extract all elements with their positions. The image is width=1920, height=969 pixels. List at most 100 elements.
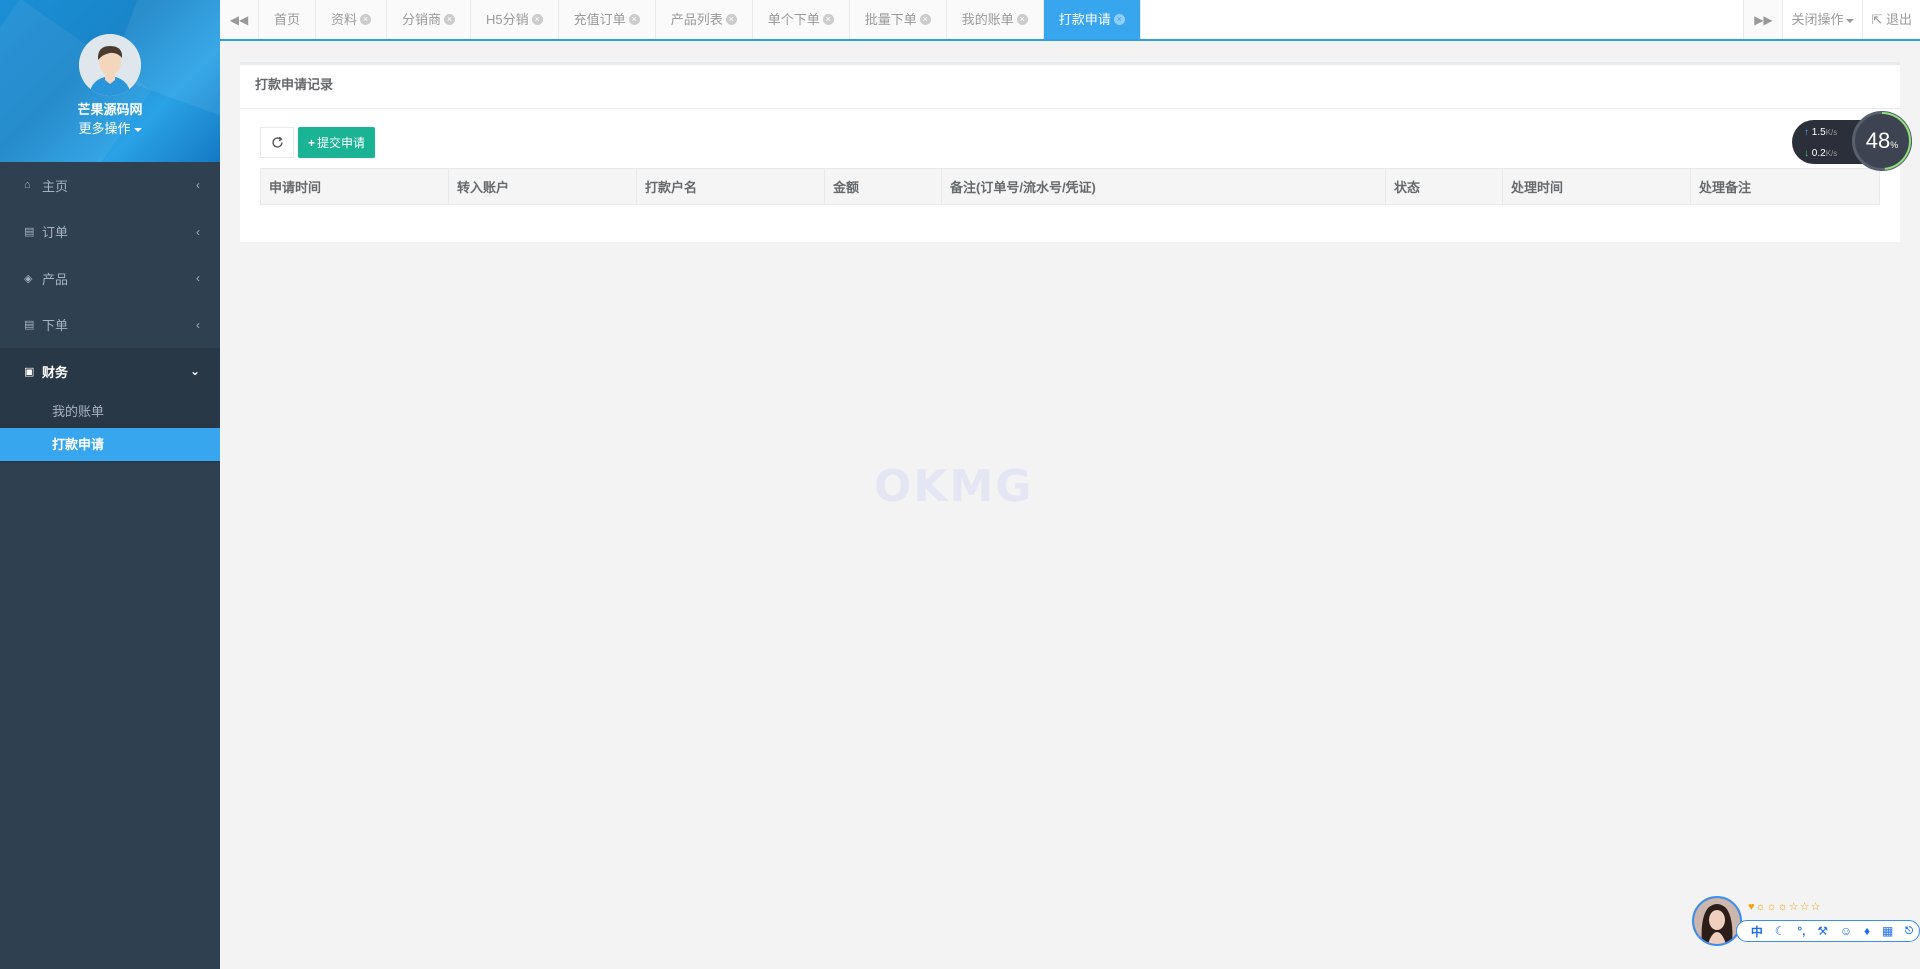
lock-icon[interactable]: ⎋	[1905, 926, 1913, 937]
watermark-logo: OKMG	[874, 461, 1034, 512]
caret-down-icon	[1846, 18, 1855, 23]
column-header[interactable]: 申请时间	[260, 168, 449, 205]
column-header[interactable]: 打款户名	[636, 168, 825, 205]
upload-speed: ↑ 1.5K/s	[1804, 127, 1837, 138]
usage-ring-icon	[1853, 112, 1911, 170]
tab-recharge-orders[interactable]: 充值订单 ×	[558, 0, 656, 39]
more-actions-dropdown[interactable]: 更多操作	[0, 118, 220, 137]
ime-bar: 中 ☾ °, ⚒ ☺ ♦ ▦ ⎋	[1736, 920, 1920, 942]
more-actions-label: 更多操作	[78, 121, 131, 136]
chevron-left-icon: ‹	[196, 178, 200, 193]
close-icon[interactable]: ×	[725, 14, 737, 26]
sidebar-item-home[interactable]: ⌂ 主页 ‹	[0, 162, 220, 209]
sidebar-item-products[interactable]: ◈ 产品 ‹	[0, 255, 220, 302]
panel-title: 打款申请记录	[240, 65, 1900, 109]
close-icon[interactable]: ×	[919, 14, 931, 26]
submit-request-label: 提交申请	[317, 136, 366, 150]
sidebar-nav: ⌂ 主页 ‹ ▤ 订单 ‹ ◈ 产品 ‹ ▤ 下单 ‹ ▣ 财务 ⌄	[0, 162, 220, 395]
logout-button[interactable]: ⇱ 退出	[1862, 0, 1920, 39]
tab-label: 产品列表	[670, 12, 723, 27]
tab-distributors[interactable]: 分销商 ×	[387, 0, 472, 39]
profile-header: 芒果源码网 更多操作	[0, 0, 220, 162]
tabs-scroll-left-button[interactable]: ◀◀	[220, 0, 259, 39]
main-content: 打款申请记录 + 提交申请 申请时间 转入账户 打款户名 金额 备注(订单号/流…	[220, 41, 1920, 969]
star-icon: ☆☆☆	[1788, 901, 1822, 913]
arrow-up-icon: ↑	[1804, 127, 1809, 138]
tab-label: 打款申请	[1058, 12, 1111, 27]
caret-down-icon	[133, 127, 142, 132]
table-toolbar: + 提交申请	[260, 127, 376, 158]
chevron-left-icon: ‹	[196, 317, 200, 332]
sidebar-item-place-order[interactable]: ▤ 下单 ‹	[0, 302, 220, 349]
sidebar-item-finance[interactable]: ▣ 财务 ⌄	[0, 348, 220, 395]
shirt-icon[interactable]: ♦	[1864, 924, 1870, 938]
close-icon[interactable]: ×	[360, 14, 372, 26]
avatar[interactable]	[79, 34, 141, 96]
tabs-scroll-right-button[interactable]: ▶▶	[1743, 0, 1783, 39]
column-header[interactable]: 备注(订单号/流水号/凭证)	[941, 168, 1386, 205]
column-header[interactable]: 状态	[1385, 168, 1503, 205]
tab-my-bills[interactable]: 我的账单 ×	[946, 0, 1044, 39]
submit-request-button[interactable]: + 提交申请	[298, 127, 376, 158]
home-icon: ⌂	[24, 179, 31, 192]
payment-request-panel: 打款申请记录 + 提交申请 申请时间 转入账户 打款户名 金额 备注(订单号/流…	[240, 62, 1900, 242]
tab-label: 首页	[274, 12, 301, 27]
ime-level-stars: ♥☼☼☼☆☆☆	[1748, 900, 1821, 913]
close-icon[interactable]: ×	[444, 14, 456, 26]
close-icon[interactable]: ×	[628, 14, 640, 26]
sidebar-subitem-payment-request[interactable]: 打款申请	[0, 427, 220, 461]
chevron-down-icon: ⌄	[189, 364, 200, 379]
tab-single-order[interactable]: 单个下单 ×	[752, 0, 850, 39]
wrench-icon[interactable]: ⚒	[1817, 924, 1828, 938]
sun-icon: ☼☼☼	[1755, 901, 1789, 913]
ime-toolbar: ♥☼☼☼☆☆☆ 中 ☾ °, ⚒ ☺ ♦ ▦ ⎋	[1692, 896, 1920, 946]
heart-icon: ♥	[1748, 901, 1756, 913]
tab-label: 分销商	[402, 12, 442, 27]
download-value: 0.2	[1811, 148, 1826, 159]
column-header[interactable]: 处理时间	[1502, 168, 1691, 205]
finance-submenu: 我的账单 打款申请	[0, 394, 220, 463]
sidebar-subitem-my-bills[interactable]: 我的账单	[0, 395, 220, 428]
close-icon[interactable]: ×	[1113, 14, 1125, 26]
plus-icon: +	[308, 135, 316, 150]
upload-unit: K/s	[1825, 128, 1838, 137]
sidebar-item-label: 订单	[42, 225, 69, 241]
chevron-left-icon: ‹	[196, 271, 200, 286]
grid-icon[interactable]: ▦	[1882, 924, 1893, 938]
cube-icon: ◈	[24, 272, 33, 285]
tab-label: 我的账单	[961, 12, 1014, 27]
ime-mode-toggle[interactable]: 中	[1751, 923, 1763, 940]
profile-name: 芒果源码网	[77, 102, 143, 117]
column-header[interactable]: 转入账户	[448, 168, 637, 205]
moon-icon[interactable]: ☾	[1775, 924, 1786, 938]
double-chevron-right-icon: ▶▶	[1754, 13, 1773, 27]
ime-avatar[interactable]	[1692, 896, 1742, 946]
sidebar: 芒果源码网 更多操作 ⌂ 主页 ‹ ▤ 订单 ‹ ◈ 产品 ‹ ▤ 下单 ‹ ▣…	[0, 0, 220, 969]
tab-batch-order[interactable]: 批量下单 ×	[849, 0, 947, 39]
tab-bar: ◀◀ 首页 资料 × 分销商 × H5分销 × 充值订单 × 产品列表 × 单个下单 × 批…	[220, 0, 1920, 41]
tab-tools: ▶▶ 关闭操作 ⇱ 退出	[1743, 0, 1920, 39]
tab-home[interactable]: 首页	[259, 0, 317, 39]
punctuation-icon[interactable]: °,	[1797, 924, 1805, 938]
close-operations-dropdown[interactable]: 关闭操作	[1782, 0, 1863, 39]
money-icon: ▣	[24, 365, 35, 378]
tab-product-list[interactable]: 产品列表 ×	[655, 0, 753, 39]
tab-payment-request[interactable]: 打款申请 ×	[1043, 0, 1141, 39]
column-header[interactable]: 金额	[824, 168, 942, 205]
close-icon[interactable]: ×	[1016, 14, 1028, 26]
tab-label: H5分销	[486, 12, 529, 27]
tab-h5-distribution[interactable]: H5分销 ×	[471, 0, 559, 39]
close-icon[interactable]: ×	[531, 14, 543, 26]
sidebar-item-label: 下单	[42, 318, 69, 334]
memory-usage-ring[interactable]: 48%	[1852, 111, 1912, 171]
refresh-button[interactable]	[260, 127, 294, 158]
smiley-icon[interactable]: ☺	[1840, 924, 1852, 938]
tab-profile[interactable]: 资料 ×	[316, 0, 388, 39]
table-header-row: 申请时间 转入账户 打款户名 金额 备注(订单号/流水号/凭证) 状态 处理时间…	[260, 168, 1880, 205]
logout-label: 退出	[1885, 12, 1912, 27]
column-header[interactable]: 处理备注	[1690, 168, 1880, 205]
close-icon[interactable]: ×	[822, 14, 834, 26]
file-icon: ▤	[24, 226, 35, 239]
tab-label: 批量下单	[864, 12, 917, 27]
sidebar-item-orders[interactable]: ▤ 订单 ‹	[0, 209, 220, 256]
